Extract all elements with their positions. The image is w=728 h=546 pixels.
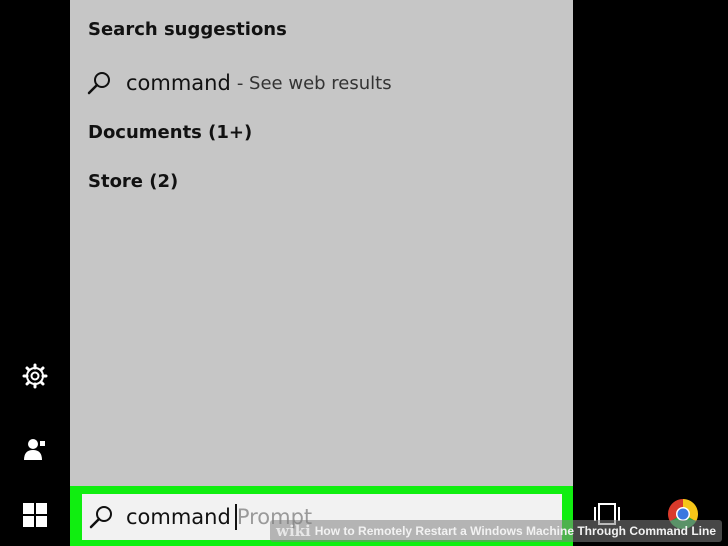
web-suggestion-row[interactable]: command - See web results (86, 66, 392, 100)
wikihow-watermark: wiki How to Remotely Restart a Windows M… (270, 520, 722, 542)
start-left-rail (0, 0, 70, 546)
suggestion-web-label: - See web results (236, 72, 392, 94)
gear-icon[interactable] (20, 361, 50, 391)
user-icon[interactable] (20, 434, 50, 464)
windows-start-icon[interactable] (20, 500, 50, 530)
article-title: How to Remotely Restart a Windows Machin… (314, 524, 716, 538)
search-results-panel: Search suggestions command - See web res… (70, 0, 573, 486)
desktop-area (573, 0, 728, 546)
search-input-value[interactable]: command (126, 505, 231, 529)
wikihow-logo: wiki (276, 522, 311, 540)
search-icon (87, 72, 110, 95)
search-icon (89, 506, 112, 529)
suggestions-header: Search suggestions (88, 19, 287, 40)
documents-header[interactable]: Documents (1+) (88, 122, 252, 143)
store-header[interactable]: Store (2) (88, 171, 178, 192)
suggestion-term: command (126, 71, 231, 95)
